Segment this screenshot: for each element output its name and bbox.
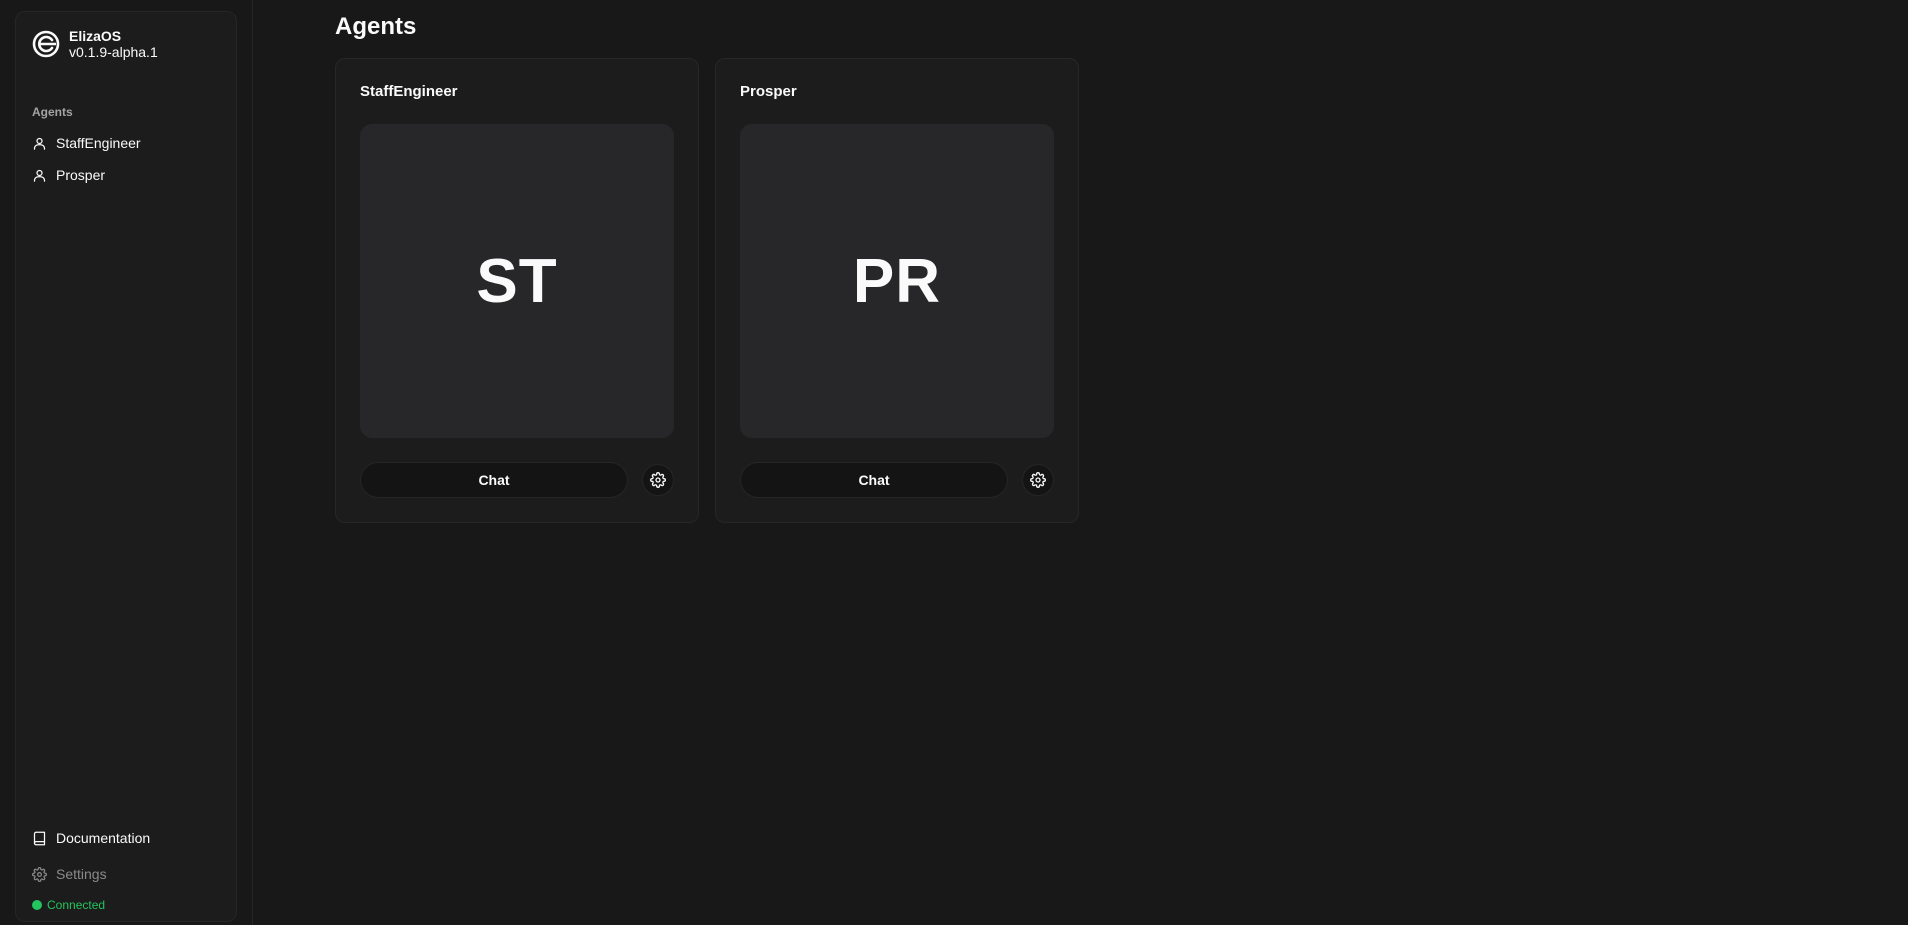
agent-initials: PR <box>852 246 942 316</box>
user-icon <box>33 137 46 150</box>
chat-button[interactable]: Chat <box>360 462 628 498</box>
sidebar-item-prosper[interactable]: Prosper <box>24 161 229 189</box>
eliza-logo-icon <box>32 30 60 58</box>
agent-initials: ST <box>476 246 558 316</box>
status-dot <box>32 900 42 910</box>
brand[interactable]: ElizaOS v0.1.9-alpha.1 <box>32 28 158 60</box>
brand-version: v0.1.9-alpha.1 <box>69 44 158 60</box>
gear-icon <box>32 866 47 882</box>
sidebar-item-label: Prosper <box>56 167 106 183</box>
agent-card: Prosper PR Chat <box>715 58 1079 523</box>
sidebar-item-label: Settings <box>56 866 107 882</box>
sidebar: ElizaOS v0.1.9-alpha.1 Agents StaffEngin… <box>15 11 237 922</box>
sidebar-item-label: StaffEngineer <box>56 135 141 151</box>
agent-name: StaffEngineer <box>360 83 458 100</box>
sidebar-item-documentation[interactable]: Documentation <box>24 824 229 852</box>
book-icon <box>33 831 46 845</box>
sidebar-item-settings[interactable]: Settings <box>24 860 229 888</box>
sidebar-container: ElizaOS v0.1.9-alpha.1 Agents StaffEngin… <box>0 0 253 925</box>
page-title: Agents <box>335 13 417 40</box>
sidebar-item-label: Documentation <box>56 830 151 846</box>
sidebar-item-staffengineer[interactable]: StaffEngineer <box>24 129 229 157</box>
app: ElizaOS v0.1.9-alpha.1 Agents StaffEngin… <box>0 0 1908 925</box>
agent-avatar: PR <box>740 124 1054 438</box>
gear-icon <box>1030 472 1046 488</box>
status-text: Connected <box>47 898 106 912</box>
brand-name: ElizaOS <box>69 28 122 44</box>
agent-avatar: ST <box>360 124 674 438</box>
sidebar-group-label: Agents <box>32 105 73 119</box>
connection-status: Connected <box>32 898 105 912</box>
agent-settings-button[interactable] <box>1022 464 1054 496</box>
agent-name: Prosper <box>740 83 797 100</box>
gear-icon <box>650 472 666 488</box>
agent-card: StaffEngineer ST Chat <box>335 58 699 523</box>
user-icon <box>33 169 46 182</box>
agent-settings-button[interactable] <box>642 464 674 496</box>
chat-button[interactable]: Chat <box>740 462 1008 498</box>
brand-text: ElizaOS v0.1.9-alpha.1 <box>69 28 158 60</box>
